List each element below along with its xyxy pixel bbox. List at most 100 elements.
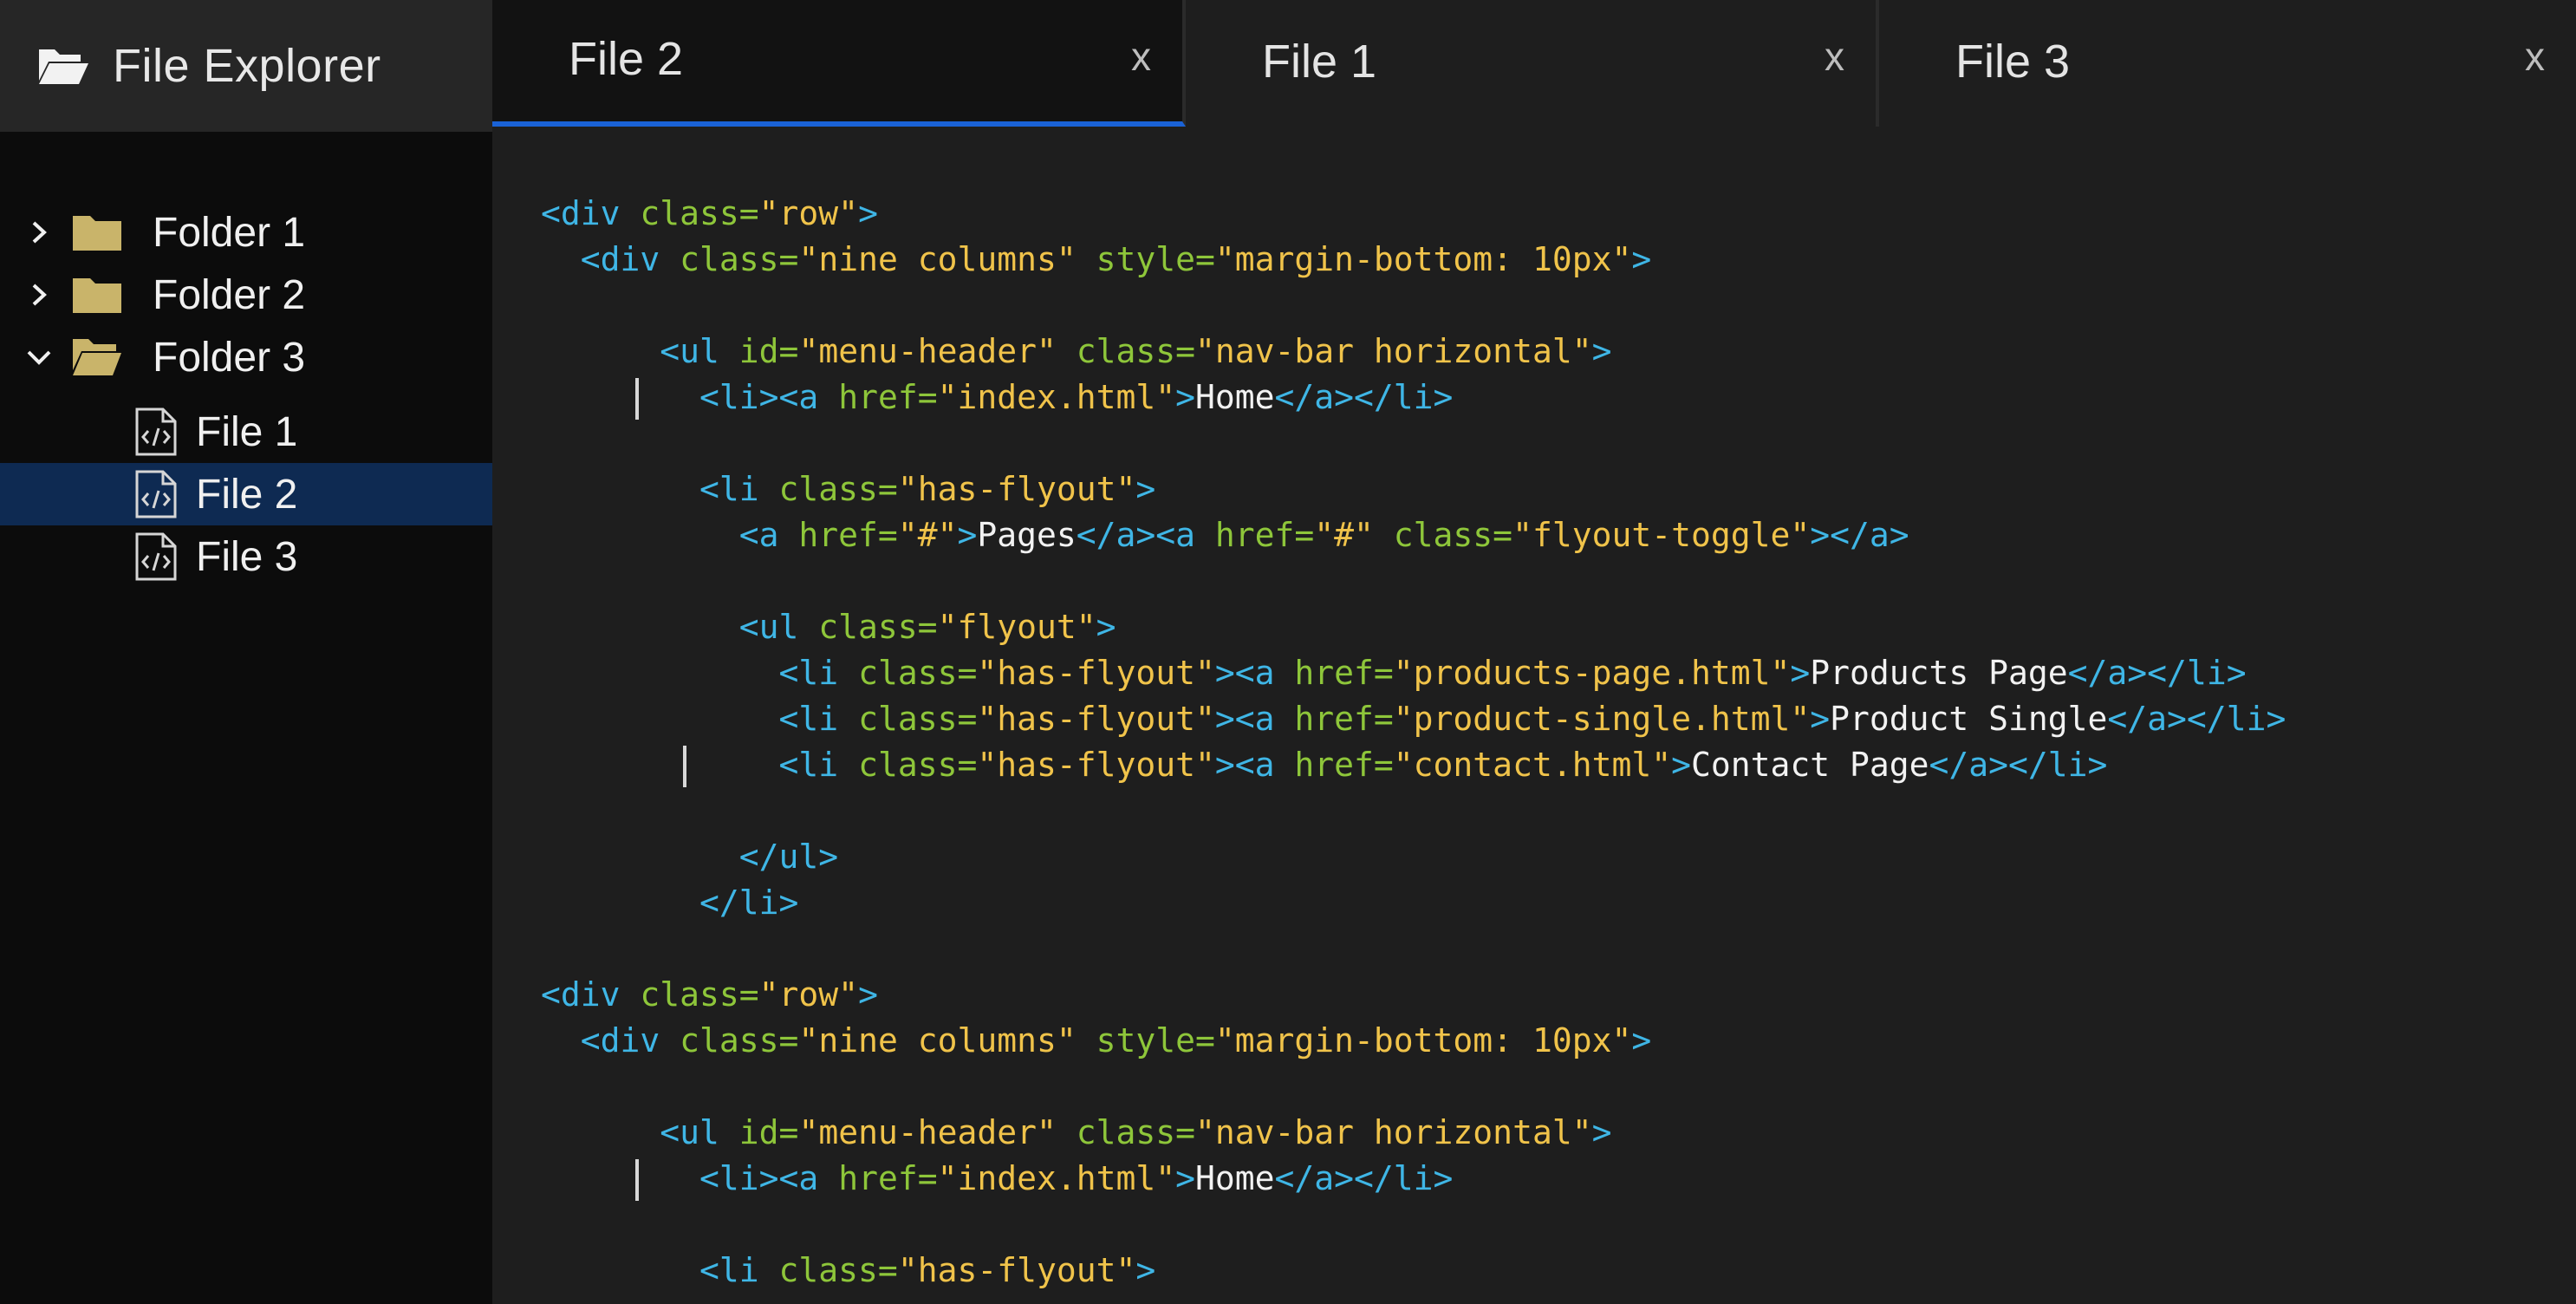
code-line[interactable]: <li class="has-flyout"><a href="product-… — [541, 696, 2576, 742]
code-line[interactable]: <li class="has-flyout"> — [541, 1248, 2576, 1294]
code-token: "nine columns" — [798, 1021, 1096, 1060]
code-token: "row" — [758, 975, 859, 1014]
code-token: > — [858, 194, 878, 232]
code-token: > — [1810, 700, 1831, 738]
code-line[interactable]: <div class="row"> — [541, 191, 2576, 237]
code-token: <ul — [738, 608, 819, 646]
code-token: "nav-bar horizontal" — [1195, 1113, 1592, 1151]
code-token: Product Single — [1830, 700, 2108, 738]
code-token: ><a — [1214, 746, 1295, 784]
tree-folder-3[interactable]: Folder 3 — [0, 326, 492, 388]
code-line[interactable]: <div class="nine columns" style="margin-… — [541, 1018, 2576, 1064]
code-editor[interactable]: <div class="row"> <div class="nine colum… — [541, 191, 2576, 1294]
code-token: ><a — [1214, 654, 1295, 692]
code-line[interactable] — [541, 926, 2576, 972]
code-token: <div — [580, 240, 680, 278]
code-token: class= — [1393, 516, 1513, 554]
code-token: href= — [1294, 746, 1394, 784]
tree-file-1[interactable]: File 1 — [0, 401, 492, 463]
chevron-right-icon[interactable] — [24, 218, 54, 247]
tree-item-label: Folder 2 — [153, 271, 306, 318]
chevron-down-icon[interactable] — [24, 342, 54, 372]
tree-item-label: File 3 — [196, 533, 298, 580]
code-token: "margin-bottom: 10px" — [1214, 240, 1632, 278]
code-line[interactable] — [541, 1064, 2576, 1110]
code-line[interactable]: </li> — [541, 880, 2576, 926]
code-line[interactable]: <li class="has-flyout"><a href="contact.… — [541, 742, 2576, 788]
close-icon[interactable]: x — [1131, 33, 1151, 80]
tree-folder-1[interactable]: Folder 1 — [0, 201, 492, 264]
code-token: ></a> — [1810, 516, 1909, 554]
code-line[interactable]: <ul id="menu-header" class="nav-bar hori… — [541, 1110, 2576, 1156]
code-file-icon — [135, 470, 177, 518]
code-token: > — [1631, 1021, 1652, 1060]
file-explorer-sidebar: File Explorer Folder 1 Folder 2 Folder 3… — [0, 0, 492, 1304]
code-token: id= — [738, 332, 799, 370]
code-token: > — [1671, 746, 1691, 784]
tree-file-2[interactable]: File 2 — [0, 463, 492, 525]
code-line[interactable] — [541, 558, 2576, 604]
code-line[interactable]: <ul id="menu-header" class="nav-bar hori… — [541, 329, 2576, 375]
code-line[interactable]: <li class="has-flyout"> — [541, 466, 2576, 512]
code-line[interactable]: <li class="has-flyout"><a href="products… — [541, 650, 2576, 696]
code-token: style= — [1096, 1021, 1215, 1060]
tab-file-2[interactable]: File 2 x — [492, 0, 1186, 127]
tree-item-label: Folder 1 — [153, 209, 306, 256]
code-token: "has-flyout" — [897, 470, 1136, 508]
tab-label: File 1 — [1262, 36, 1377, 88]
code-token: class= — [858, 654, 978, 692]
code-line[interactable]: <ul class="flyout"> — [541, 604, 2576, 650]
code-token: <a — [738, 516, 799, 554]
code-line[interactable]: </ul> — [541, 834, 2576, 880]
tab-file-1[interactable]: File 1 x — [1186, 0, 1879, 127]
close-icon[interactable]: x — [1825, 33, 1844, 80]
sidebar-title: File Explorer — [113, 40, 381, 92]
tab-file-3[interactable]: File 3 x — [1879, 0, 2576, 127]
close-icon[interactable]: x — [2525, 33, 2545, 80]
code-line[interactable]: <a href="#">Pages</a><a href="#" class="… — [541, 512, 2576, 558]
code-token: style= — [1096, 240, 1215, 278]
indent-guide — [682, 746, 686, 787]
code-token: "menu-header" — [798, 332, 1077, 370]
code-token: <ul — [660, 1113, 739, 1151]
tree-folder-2[interactable]: Folder 2 — [0, 264, 492, 326]
code-token: > — [1591, 1113, 1612, 1151]
app-window: File Explorer Folder 1 Folder 2 Folder 3… — [0, 0, 2576, 1304]
code-token: Products Page — [1810, 654, 2068, 692]
code-token: "has-flyout" — [977, 746, 1215, 784]
code-token: > — [957, 516, 978, 554]
chevron-right-icon[interactable] — [24, 280, 54, 310]
code-token: > — [1790, 654, 1811, 692]
code-line[interactable]: <div class="nine columns" style="margin-… — [541, 237, 2576, 283]
code-token: > — [1175, 1159, 1196, 1197]
code-token: "flyout" — [937, 608, 1096, 646]
code-line[interactable] — [541, 1202, 2576, 1248]
code-line[interactable] — [541, 421, 2576, 466]
code-token: "#" — [1314, 516, 1394, 554]
code-line[interactable]: <li><a href="index.html">Home</a></li> — [541, 375, 2576, 421]
code-line[interactable]: <li><a href="index.html">Home</a></li> — [541, 1156, 2576, 1202]
tree-file-3[interactable]: File 3 — [0, 525, 492, 588]
code-token: <li — [699, 1251, 779, 1289]
code-token: <div — [541, 194, 641, 232]
code-token: "nine columns" — [798, 240, 1096, 278]
code-line[interactable]: <div class="row"> — [541, 972, 2576, 1018]
code-line[interactable] — [541, 788, 2576, 834]
code-token: "#" — [897, 516, 958, 554]
code-file-icon — [135, 532, 177, 581]
code-token: class= — [858, 746, 978, 784]
tab-label: File 2 — [569, 33, 684, 85]
code-token: <li — [778, 654, 859, 692]
code-token: "menu-header" — [798, 1113, 1077, 1151]
code-token: href= — [1294, 654, 1394, 692]
code-token: <ul — [660, 332, 739, 370]
code-line[interactable] — [541, 283, 2576, 329]
